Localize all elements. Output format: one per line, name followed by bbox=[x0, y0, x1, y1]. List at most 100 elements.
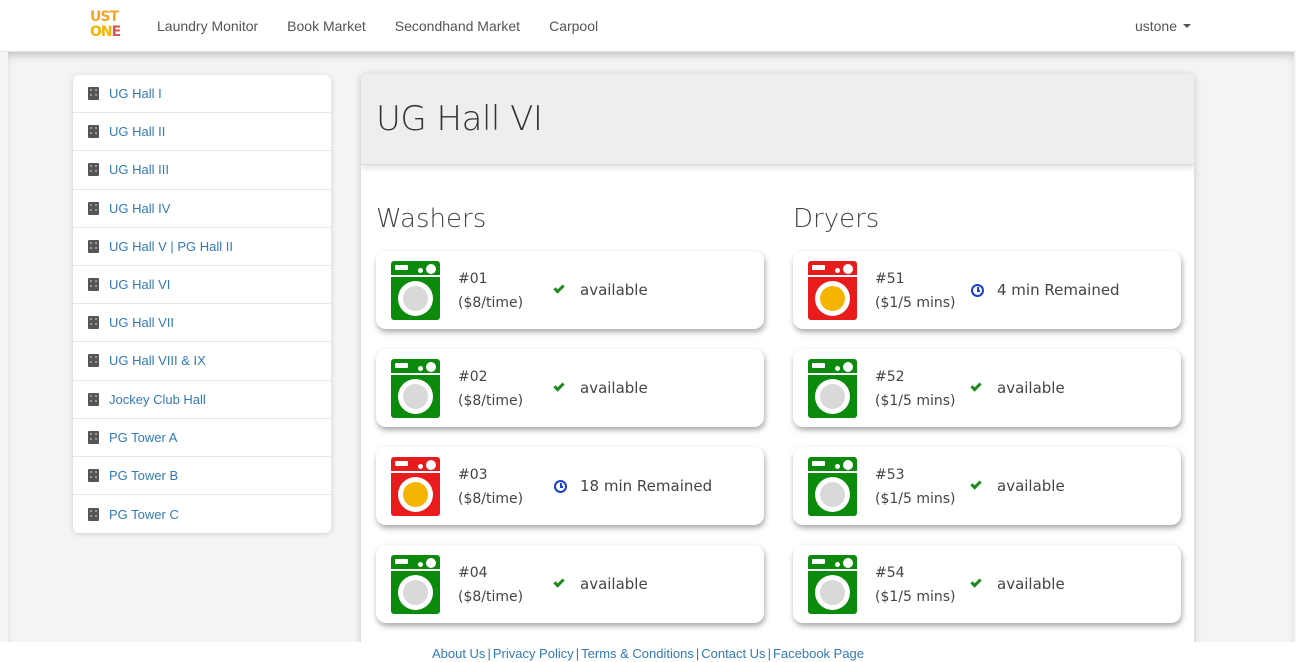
footer-link[interactable]: Terms & Conditions bbox=[581, 646, 694, 661]
sidebar-item[interactable]: UG Hall IV bbox=[73, 190, 331, 228]
caret-down-icon bbox=[1183, 24, 1191, 28]
user-name: ustone bbox=[1134, 18, 1177, 34]
washer-card[interactable]: #03 ($8/time) 18 min Remained bbox=[376, 447, 764, 525]
brand-logo[interactable]: UST ONE bbox=[90, 10, 124, 44]
machine-status-text: available bbox=[580, 281, 648, 299]
dryer-card[interactable]: #53 ($1/5 mins) available bbox=[793, 447, 1181, 525]
washing-machine-icon bbox=[808, 555, 857, 614]
building-icon bbox=[88, 430, 99, 444]
brand-logo-line2: ONE bbox=[90, 24, 121, 40]
sidebar-item-label: UG Hall I bbox=[109, 86, 162, 102]
machine-number: #51 bbox=[875, 271, 905, 287]
sidebar-item[interactable]: UG Hall VI bbox=[73, 266, 331, 305]
machine-price: ($8/time) bbox=[458, 393, 524, 409]
building-icon bbox=[88, 278, 99, 292]
footer-link[interactable]: Facebook Page bbox=[773, 646, 864, 661]
user-menu[interactable]: ustone bbox=[1135, 0, 1191, 52]
machine-number: #53 bbox=[875, 467, 905, 483]
machine-price: ($1/5 mins) bbox=[875, 491, 956, 507]
sidebar-item-label: UG Hall IV bbox=[109, 200, 171, 216]
footer-separator: | bbox=[487, 646, 491, 661]
sidebar-item-label: UG Hall III bbox=[109, 162, 169, 178]
check-icon bbox=[970, 380, 982, 392]
machine-number: #01 bbox=[458, 271, 488, 287]
page-title: UG Hall VI bbox=[376, 99, 543, 139]
dryer-card[interactable]: #51 ($1/5 mins) 4 min Remained bbox=[793, 251, 1181, 329]
nav-links: Laundry Monitor Book Market Secondhand M… bbox=[157, 0, 627, 52]
brand-logo-line1: UST bbox=[90, 9, 119, 25]
sidebar-item[interactable]: PG Tower C bbox=[73, 495, 331, 533]
building-icon bbox=[88, 468, 99, 482]
machine-price: ($8/time) bbox=[458, 589, 524, 605]
machine-status: available bbox=[970, 545, 1065, 623]
washing-machine-icon bbox=[808, 261, 857, 320]
machine-status-text: available bbox=[997, 575, 1065, 593]
sidebar-item-label: UG Hall II bbox=[109, 124, 166, 140]
nav-carpool[interactable]: Carpool bbox=[549, 18, 598, 34]
machine-status: available bbox=[970, 349, 1065, 427]
machine-status-text: 18 min Remained bbox=[580, 477, 713, 495]
machine-label: #52 ($1/5 mins) bbox=[875, 365, 956, 413]
check-icon bbox=[553, 282, 565, 294]
dryers-title: Dryers bbox=[793, 204, 880, 234]
machine-price: ($1/5 mins) bbox=[875, 393, 956, 409]
building-icon bbox=[88, 163, 99, 177]
footer: About Us | Privacy Policy | Terms & Conditio… bbox=[0, 642, 1296, 662]
clock-icon bbox=[971, 283, 984, 297]
machine-status: available bbox=[553, 251, 648, 329]
sidebar-item-label: PG Tower B bbox=[109, 467, 179, 483]
nav-book-market[interactable]: Book Market bbox=[287, 18, 366, 34]
sidebar-item[interactable]: UG Hall VIII & IX bbox=[73, 342, 331, 381]
navbar: UST ONE Laundry Monitor Book Market Seco… bbox=[0, 0, 1296, 52]
building-icon bbox=[88, 507, 99, 521]
footer-link[interactable]: About Us bbox=[432, 646, 485, 661]
machine-status: available bbox=[553, 545, 648, 623]
hall-sidebar: UG Hall I UG Hall II UG Hall III UG Hall IV… bbox=[73, 75, 331, 534]
dryers-column: Dryers #51 ($1/5 mins) 4 min Remained #52 ($… bbox=[793, 199, 1181, 643]
sidebar-item[interactable]: PG Tower B bbox=[73, 457, 331, 496]
machine-status-text: available bbox=[580, 379, 648, 397]
sidebar-item[interactable]: UG Hall III bbox=[73, 151, 331, 190]
check-icon bbox=[553, 576, 565, 588]
sidebar-item[interactable]: Jockey Club Hall bbox=[73, 381, 331, 419]
nav-laundry-monitor[interactable]: Laundry Monitor bbox=[157, 18, 258, 34]
washing-machine-icon bbox=[391, 457, 440, 516]
building-icon bbox=[88, 87, 99, 101]
machine-status-text: 4 min Remained bbox=[997, 281, 1120, 299]
washer-card[interactable]: #01 ($8/time) available bbox=[376, 251, 764, 329]
building-icon bbox=[88, 392, 99, 406]
building-icon bbox=[88, 316, 99, 330]
machine-price: ($8/time) bbox=[458, 491, 524, 507]
machine-number: #54 bbox=[875, 565, 905, 581]
footer-link[interactable]: Contact Us bbox=[701, 646, 765, 661]
machine-label: #02 ($8/time) bbox=[458, 365, 523, 413]
washing-machine-icon bbox=[808, 359, 857, 418]
machine-label: #03 ($8/time) bbox=[458, 463, 523, 511]
machine-status-text: available bbox=[997, 379, 1065, 397]
sidebar-item[interactable]: UG Hall I bbox=[73, 75, 331, 114]
sidebar-item[interactable]: UG Hall VII bbox=[73, 304, 331, 343]
dryers-list: #51 ($1/5 mins) 4 min Remained #52 ($1/5 min… bbox=[793, 251, 1181, 623]
machine-status-text: available bbox=[997, 477, 1065, 495]
building-icon bbox=[88, 125, 99, 139]
sidebar-item-label: Jockey Club Hall bbox=[109, 391, 206, 407]
sidebar-item[interactable]: UG Hall V | PG Hall II bbox=[73, 228, 331, 266]
washing-machine-icon bbox=[391, 555, 440, 614]
dryer-card[interactable]: #54 ($1/5 mins) available bbox=[793, 545, 1181, 623]
machine-label: #51 ($1/5 mins) bbox=[875, 267, 956, 315]
washer-card[interactable]: #02 ($8/time) available bbox=[376, 349, 764, 427]
machine-price: ($1/5 mins) bbox=[875, 589, 956, 605]
sidebar-item[interactable]: PG Tower A bbox=[73, 419, 331, 457]
washing-machine-icon bbox=[391, 359, 440, 418]
dryer-card[interactable]: #52 ($1/5 mins) available bbox=[793, 349, 1181, 427]
sidebar-item-label: UG Hall VIII & IX bbox=[109, 353, 206, 369]
check-icon bbox=[970, 478, 982, 490]
footer-separator: | bbox=[767, 646, 771, 661]
washer-card[interactable]: #04 ($8/time) available bbox=[376, 545, 764, 623]
footer-link[interactable]: Privacy Policy bbox=[493, 646, 574, 661]
sidebar-item[interactable]: UG Hall II bbox=[73, 113, 331, 152]
machine-price: ($1/5 mins) bbox=[875, 295, 956, 311]
sidebar-item-label: UG Hall VII bbox=[109, 315, 175, 331]
machine-label: #04 ($8/time) bbox=[458, 561, 523, 609]
nav-secondhand-market[interactable]: Secondhand Market bbox=[395, 18, 520, 34]
